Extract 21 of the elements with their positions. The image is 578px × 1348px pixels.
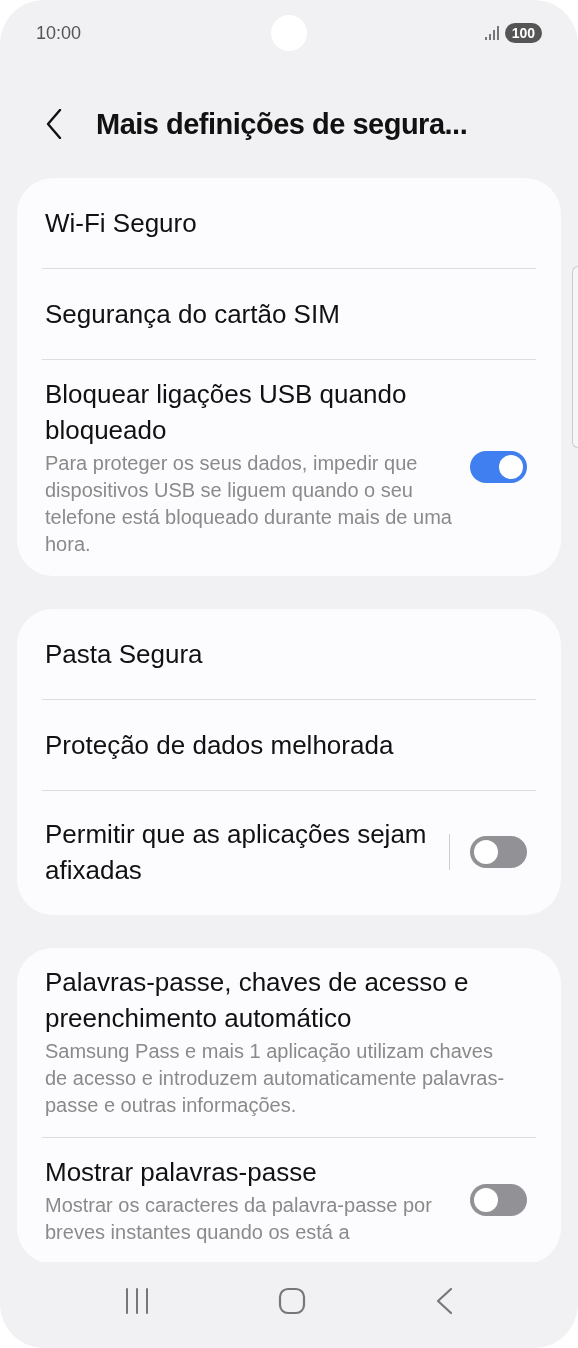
- setting-description: Mostrar os caracteres da palavra-passe por breves instantes quando os está a: [45, 1193, 433, 1245]
- setting-title[interactable]: Bloquear ligações USB quando bloqueado: [45, 376, 452, 448]
- battery-level: 100: [504, 23, 542, 43]
- status-time: 10:00: [36, 22, 82, 44]
- page-title: Mais definições de segura...: [96, 107, 468, 141]
- setting-title[interactable]: Wi-Fi Seguro: [45, 205, 509, 241]
- setting-title[interactable]: Pasta Segura: [45, 636, 509, 672]
- toggle-switch[interactable]: [470, 451, 527, 483]
- signal-icon: [484, 26, 499, 40]
- setting-title[interactable]: Mostrar palavras-passe: [45, 1154, 452, 1190]
- recent-apps-icon[interactable]: [124, 1288, 149, 1314]
- setting-title[interactable]: Permitir que as aplicações sejam afixadas: [45, 816, 431, 888]
- setting-description: Samsung Pass e mais 1 aplicação utilizam chaves de acesso e introduzem automaticamente palavras-passe e outras informações.: [45, 1039, 506, 1118]
- setting-description: Para proteger os seus dados, impedir que dispositivos USB se liguem quando o seu telefone está bloqueado durante mais de uma hora.: [45, 451, 452, 557]
- toggle-switch[interactable]: [470, 1184, 527, 1216]
- home-icon[interactable]: [278, 1287, 306, 1315]
- setting-title[interactable]: Segurança do cartão SIM: [45, 296, 509, 332]
- setting-title[interactable]: Palavras-passe, chaves de acesso e preenchimento automático: [45, 964, 509, 1036]
- toggle-switch[interactable]: [470, 836, 527, 868]
- back-icon[interactable]: [46, 109, 62, 139]
- setting-title[interactable]: Proteção de dados melhorada: [45, 727, 509, 763]
